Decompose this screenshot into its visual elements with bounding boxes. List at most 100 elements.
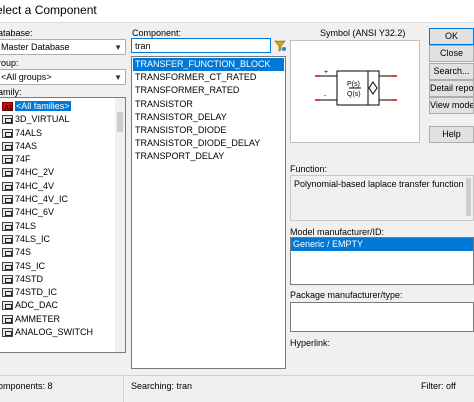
function-text: Polynomial-based laplace transfer functi… (294, 179, 467, 189)
chevron-down-icon: ▼ (114, 73, 122, 82)
family-item-label: 74HC_2V (15, 167, 55, 178)
function-scrollbar[interactable] (464, 176, 473, 220)
group-value: <All groups> (1, 72, 52, 82)
symbol-denominator: Q(s) (347, 91, 361, 98)
family-item[interactable]: 3D_VIRTUAL (2, 113, 114, 126)
family-item-label: 3D_VIRTUAL (15, 114, 70, 125)
family-item-label: 74STD (15, 273, 44, 284)
symbol-minus: - (324, 93, 327, 100)
component-family-icon (2, 288, 13, 298)
symbol-label: Symbol (ANSI Y32.2) (320, 28, 406, 38)
package-manufacturer-label: Package manufacturer/type: (290, 290, 403, 300)
family-item-label: AMMETER (15, 313, 60, 324)
family-item[interactable]: 74HC_4V_IC (2, 193, 114, 206)
scrollbar-thumb[interactable] (466, 178, 471, 216)
component-item[interactable]: TRANSFORMER_CT_RATED (133, 71, 284, 84)
symbol-plus: + (324, 69, 328, 76)
family-item[interactable]: 74AS (2, 140, 114, 153)
family-item[interactable]: All <All families> (2, 100, 114, 113)
detail-report-button[interactable]: Detail report (429, 80, 474, 97)
family-item[interactable]: 74S (2, 246, 114, 259)
family-item[interactable]: 74HC_6V (2, 206, 114, 219)
component-family-icon (2, 301, 13, 311)
all-families-icon: All (2, 102, 13, 113)
component-search-input[interactable]: tran (131, 38, 271, 53)
component-family-icon (2, 155, 13, 165)
database-select[interactable]: Master Database ▼ (0, 39, 126, 55)
help-button[interactable]: Help (429, 126, 474, 143)
family-item[interactable]: 74LS (2, 220, 114, 233)
family-item-label: 74LS_IC (15, 233, 51, 244)
package-manufacturer-list[interactable] (290, 302, 474, 332)
family-item[interactable]: 74S_IC (2, 260, 114, 273)
close-button[interactable]: Close (429, 45, 474, 62)
family-item[interactable]: 74ALS (2, 127, 114, 140)
component-family-icon (2, 181, 13, 191)
window-title: elect a Component (0, 3, 97, 17)
transfer-function-symbol-icon: P(s) Q(s) + - (315, 69, 397, 106)
component-family-icon (2, 248, 13, 258)
component-label: Component: (132, 28, 182, 38)
family-item[interactable]: 74HC_2V (2, 166, 114, 179)
component-item[interactable]: TRANSISTOR (133, 98, 284, 111)
family-item[interactable]: 74STD_IC (2, 286, 114, 299)
component-family-icon (2, 168, 13, 178)
status-components: omponents: 8 (0, 381, 53, 391)
family-item[interactable]: ANALOG_SWITCH (2, 326, 114, 339)
family-item[interactable]: 74HC_4V (2, 180, 114, 193)
search-button[interactable]: Search... (429, 63, 474, 80)
component-family-icon (2, 314, 13, 324)
family-item[interactable]: ADC_DAC (2, 299, 114, 312)
model-manufacturer-item[interactable]: Generic / EMPTY (291, 238, 473, 252)
component-family-icon (2, 141, 13, 151)
component-item[interactable]: TRANSISTOR_DELAY (133, 111, 284, 124)
family-item-label: 74HC_4V (15, 180, 55, 191)
component-family-icon (2, 234, 13, 244)
family-item-label: 74S (15, 247, 32, 258)
ok-button[interactable]: OK (429, 28, 474, 45)
component-item[interactable]: TRANSISTOR_DIODE_DELAY (133, 137, 284, 150)
family-list[interactable]: All <All families> 3D_VIRTUAL 74ALS 74AS 74F 7… (0, 97, 126, 353)
component-search-value: tran (135, 41, 151, 51)
component-family-icon (2, 115, 13, 125)
status-searching: Searching: tran (131, 381, 193, 391)
component-family-icon (2, 128, 13, 138)
component-item[interactable]: TRANSFER_FUNCTION_BLOCK (133, 58, 284, 72)
family-item-label: 74ALS (15, 127, 43, 138)
family-item-label: ADC_DAC (15, 300, 59, 311)
function-label: Function: (290, 164, 328, 174)
component-family-icon (2, 221, 13, 231)
function-box: Polynomial-based laplace transfer functi… (290, 175, 474, 221)
component-item[interactable]: TRANSPORT_DELAY (133, 150, 284, 163)
symbol-preview: P(s) Q(s) + - (290, 40, 420, 143)
chevron-down-icon: ▼ (114, 43, 122, 52)
symbol-numerator: P(s) (347, 81, 360, 88)
family-item[interactable]: AMMETER (2, 313, 114, 326)
family-item[interactable]: 74F (2, 153, 114, 166)
filter-icon[interactable] (274, 39, 286, 52)
family-item-label: 74HC_6V (15, 207, 55, 218)
family-label: amily: (0, 87, 22, 97)
component-item[interactable]: TRANSISTOR_DIODE (133, 124, 284, 137)
family-item[interactable]: 74LS_IC (2, 233, 114, 246)
group-label: roup: (0, 58, 19, 68)
scrollbar-thumb[interactable] (117, 112, 123, 132)
database-value: Master Database (1, 42, 70, 52)
status-divider (123, 376, 124, 402)
family-item-label: 74LS (15, 220, 37, 231)
group-select[interactable]: <All groups> ▼ (0, 69, 126, 85)
title-bar: elect a Component (0, 0, 474, 23)
family-item-label: 74F (15, 154, 31, 165)
family-item[interactable]: 74STD (2, 273, 114, 286)
component-family-icon (2, 261, 13, 271)
family-scrollbar[interactable] (115, 98, 125, 352)
component-item[interactable]: TRANSFORMER_RATED (133, 84, 284, 97)
family-item-label: 74S_IC (15, 260, 46, 271)
family-item-label: ANALOG_SWITCH (15, 327, 94, 338)
status-filter: Filter: off (421, 381, 456, 391)
component-list[interactable]: TRANSFER_FUNCTION_BLOCK TRANSFORMER_CT_RA… (131, 56, 286, 369)
view-model-button[interactable]: View model (429, 97, 474, 114)
component-family-icon (2, 328, 13, 338)
family-item-label: 74STD_IC (15, 287, 58, 298)
model-manufacturer-list[interactable]: Generic / EMPTY (290, 237, 474, 285)
